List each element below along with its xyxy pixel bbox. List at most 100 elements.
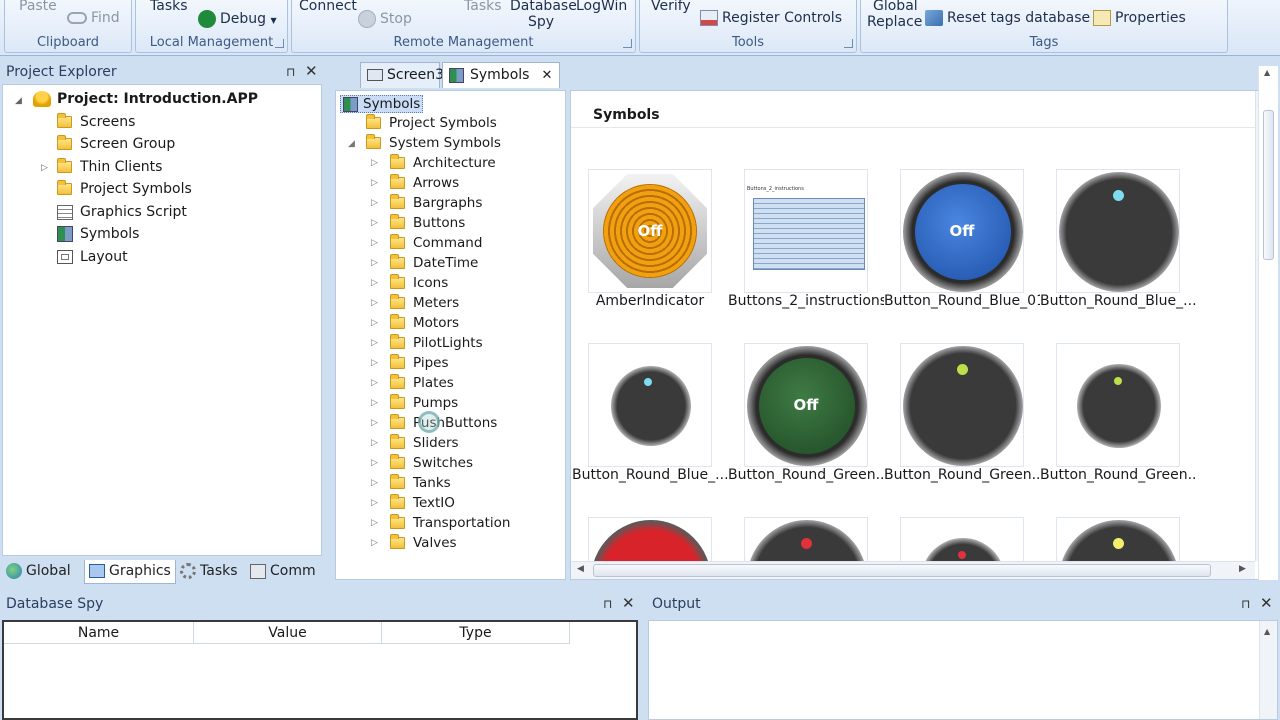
paste-button[interactable]: Paste — [19, 0, 57, 14]
symbol-button-round-blue-01[interactable]: Off — [900, 169, 1024, 293]
scroll-up-icon[interactable]: ▲ — [1264, 68, 1270, 77]
tab-tasks[interactable]: Tasks — [180, 560, 238, 584]
remote-tasks-button[interactable]: Tasks — [464, 0, 502, 14]
symbol-button-round-green-03[interactable] — [1056, 343, 1180, 467]
tree-item-bargraphs[interactable]: Bargraphs — [390, 194, 482, 211]
dialog-launcher-icon[interactable] — [623, 39, 632, 48]
tree-item-project-symbols[interactable]: Project Symbols — [57, 180, 192, 198]
scroll-thumb[interactable] — [593, 564, 1211, 577]
collapse-arrow-icon[interactable]: ◢ — [15, 96, 22, 106]
symbol-button-round-red-02[interactable] — [744, 517, 868, 561]
tab-screen3[interactable]: Screen3 — [360, 62, 444, 88]
close-icon[interactable]: ✕ — [305, 62, 318, 80]
tree-item-pilotlights[interactable]: PilotLights — [390, 334, 483, 351]
column-header-name[interactable]: Name — [4, 622, 194, 644]
tree-item-project-symbols[interactable]: Project Symbols — [366, 114, 497, 131]
verify-button[interactable]: Verify — [651, 0, 691, 14]
column-header-type[interactable]: Type — [382, 622, 570, 644]
scroll-thumb[interactable] — [1263, 110, 1274, 260]
expand-arrow-icon[interactable]: ▷ — [371, 178, 378, 188]
expand-arrow-icon[interactable]: ▷ — [371, 258, 378, 268]
symbol-button-round-red-03[interactable] — [900, 517, 1024, 561]
debug-button[interactable]: Debug ▼ — [198, 10, 277, 29]
column-header-value[interactable]: Value — [194, 622, 382, 644]
expand-arrow-icon[interactable]: ▷ — [371, 358, 378, 368]
expand-arrow-icon[interactable]: ▷ — [371, 158, 378, 168]
tree-item-tanks[interactable]: Tanks — [390, 474, 451, 491]
pin-icon[interactable]: ⊓ — [286, 65, 295, 79]
close-icon[interactable]: ✕ — [622, 594, 635, 612]
close-icon[interactable]: ✕ — [1260, 594, 1273, 612]
symbol-buttons-instructions[interactable]: Buttons_2_instructions — [744, 169, 868, 293]
dialog-launcher-icon[interactable] — [275, 39, 284, 48]
tab-symbols[interactable]: Symbols ✕ — [442, 62, 560, 88]
tree-item-pumps[interactable]: Pumps — [390, 394, 458, 411]
dialog-launcher-icon[interactable] — [844, 39, 853, 48]
tree-item-transportation[interactable]: Transportation — [390, 514, 510, 531]
connect-button[interactable]: Connect — [299, 0, 357, 14]
expand-arrow-icon[interactable]: ▷ — [371, 398, 378, 408]
scroll-right-icon[interactable]: ▶ — [1239, 564, 1246, 574]
close-icon[interactable]: ✕ — [541, 68, 552, 83]
collapse-arrow-icon[interactable]: ◢ — [348, 139, 355, 149]
database-spy-button[interactable]: Database — [510, 0, 577, 14]
expand-arrow-icon[interactable]: ▷ — [371, 298, 378, 308]
tree-root-symbols[interactable]: Symbols — [340, 95, 424, 113]
symbol-button-round-yellow[interactable] — [1056, 517, 1180, 561]
symbol-amber-indicator[interactable]: Off — [588, 169, 712, 293]
tree-item-pipes[interactable]: Pipes — [390, 354, 449, 371]
expand-arrow-icon[interactable]: ▷ — [371, 478, 378, 488]
stop-button[interactable]: Stop — [358, 10, 412, 28]
register-controls-button[interactable]: Register Controls — [700, 10, 842, 26]
pin-icon[interactable]: ⊓ — [603, 597, 612, 611]
expand-arrow-icon[interactable]: ▷ — [371, 518, 378, 528]
find-button[interactable]: Find — [67, 10, 120, 26]
expand-arrow-icon[interactable]: ▷ — [371, 238, 378, 248]
expand-arrow-icon[interactable]: ▷ — [371, 418, 378, 428]
scroll-up-icon[interactable]: ▲ — [1264, 627, 1270, 636]
tree-item-meters[interactable]: Meters — [390, 294, 459, 311]
tab-global[interactable]: Global — [6, 560, 71, 584]
expand-arrow-icon[interactable]: ▷ — [371, 438, 378, 448]
vertical-scrollbar[interactable]: ▲ — [1259, 621, 1277, 719]
tree-item-sliders[interactable]: Sliders — [390, 434, 459, 451]
tree-item-buttons[interactable]: Buttons — [390, 214, 465, 231]
tree-item-datetime[interactable]: DateTime — [390, 254, 478, 271]
local-tasks-button[interactable]: Tasks — [150, 0, 188, 14]
expand-arrow-icon[interactable]: ▷ — [371, 538, 378, 548]
tree-item-textio[interactable]: TextIO — [390, 494, 455, 511]
reset-tags-database-button[interactable]: Reset tags database — [925, 10, 1090, 26]
expand-arrow-icon[interactable]: ▷ — [371, 458, 378, 468]
tree-item-architecture[interactable]: Architecture — [390, 154, 496, 171]
tree-item-valves[interactable]: Valves — [390, 534, 457, 551]
expand-arrow-icon[interactable]: ▷ — [41, 163, 48, 173]
tree-item-symbols[interactable]: Symbols — [57, 225, 139, 243]
expand-arrow-icon[interactable]: ▷ — [371, 318, 378, 328]
tree-item-thin-clients[interactable]: Thin Clients — [57, 158, 162, 176]
tree-item-arrows[interactable]: Arrows — [390, 174, 459, 191]
symbol-button-round-red[interactable] — [588, 517, 712, 561]
horizontal-scrollbar[interactable]: ◀ ▶ — [571, 561, 1255, 579]
global-replace-button[interactable]: Global — [873, 0, 918, 14]
expand-arrow-icon[interactable]: ▷ — [371, 338, 378, 348]
expand-arrow-icon[interactable]: ▷ — [371, 498, 378, 508]
symbol-button-round-blue-03[interactable] — [588, 343, 712, 467]
expand-arrow-icon[interactable]: ▷ — [371, 278, 378, 288]
tree-item-pushbuttons[interactable]: PushButtons — [390, 414, 497, 431]
expand-arrow-icon[interactable]: ▷ — [371, 198, 378, 208]
tree-item-motors[interactable]: Motors — [390, 314, 459, 331]
scroll-left-icon[interactable]: ◀ — [577, 564, 584, 574]
outer-scrollbar[interactable]: ▲ — [1258, 66, 1278, 580]
tree-item-layout[interactable]: Layout — [57, 248, 128, 266]
tree-item-plates[interactable]: Plates — [390, 374, 454, 391]
tab-graphics[interactable]: Graphics — [84, 560, 176, 584]
logwin-button[interactable]: LogWin — [576, 0, 627, 14]
tree-item-screens[interactable]: Screens — [57, 113, 135, 131]
symbol-button-round-green-01[interactable]: Off — [744, 343, 868, 467]
tab-comm[interactable]: Comm — [250, 560, 316, 584]
properties-button[interactable]: Properties — [1093, 10, 1186, 26]
tree-item-graphics-script[interactable]: Graphics Script — [57, 203, 187, 221]
tree-item-icons[interactable]: Icons — [390, 274, 448, 291]
tree-item-screen-group[interactable]: Screen Group — [57, 135, 175, 153]
expand-arrow-icon[interactable]: ▷ — [371, 378, 378, 388]
